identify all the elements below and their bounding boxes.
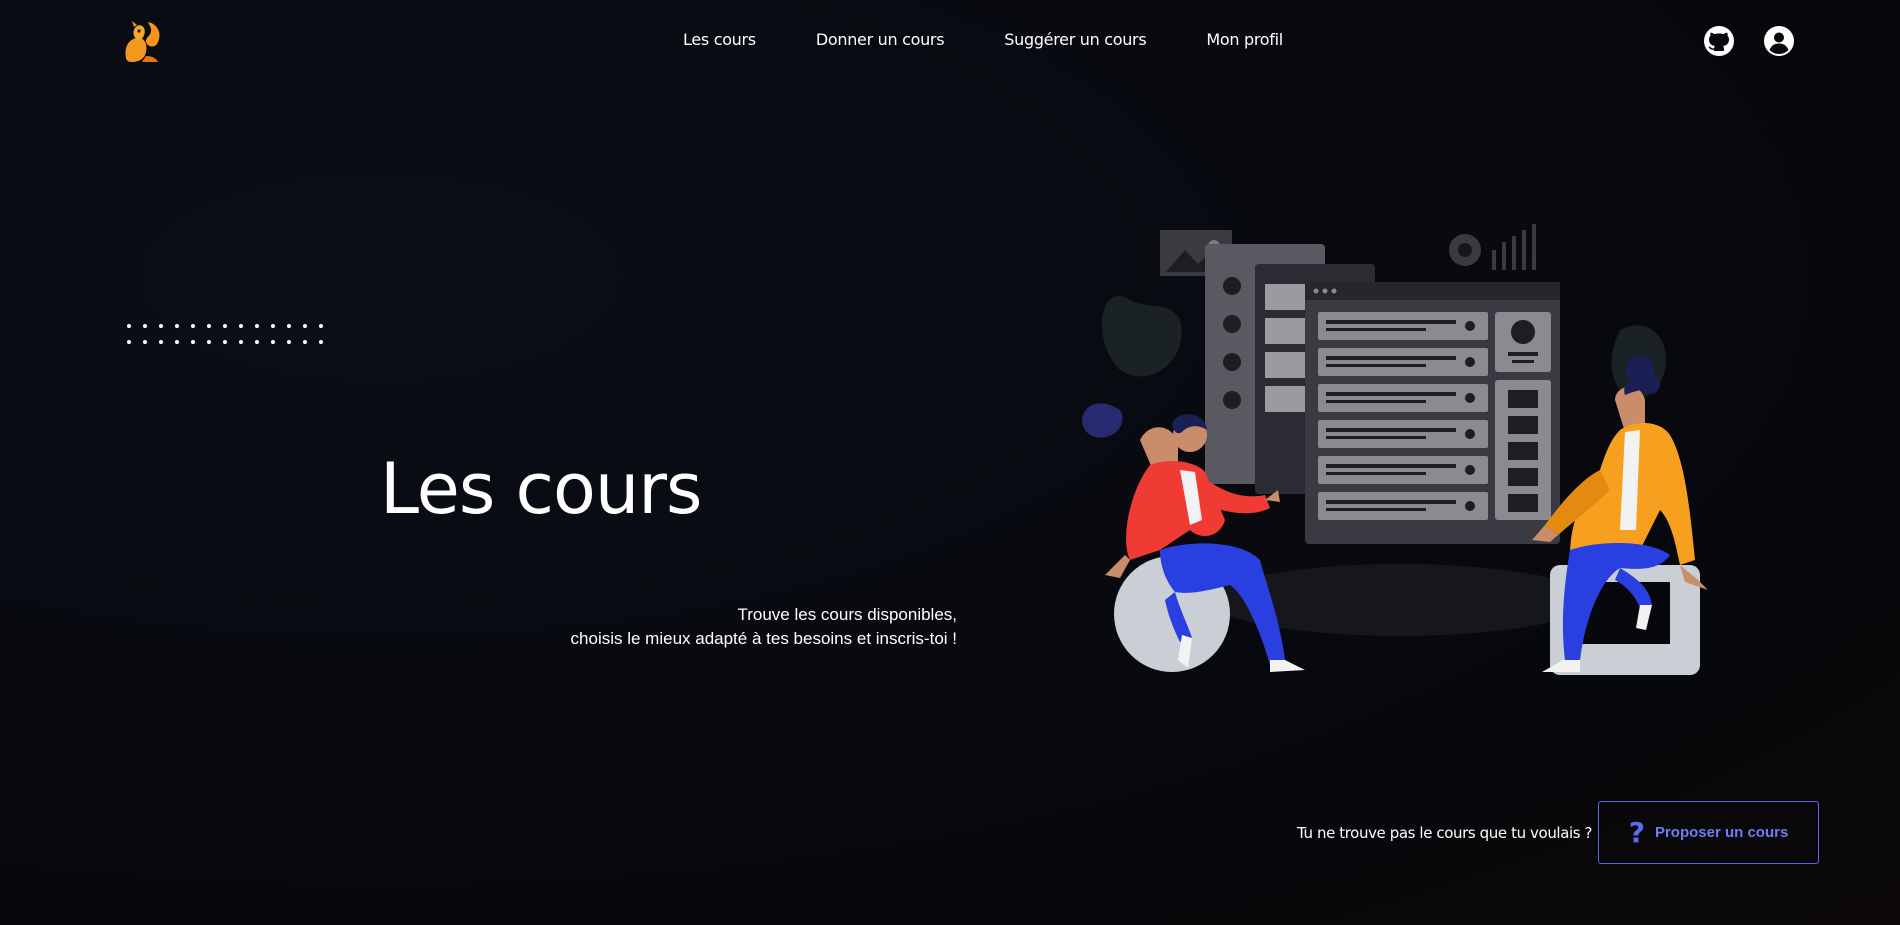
squirrel-logo-icon[interactable]: [118, 18, 164, 64]
decorative-dot: [239, 324, 243, 328]
nav-link-mon-profil[interactable]: Mon profil: [1206, 30, 1283, 49]
decorative-dot: [287, 340, 291, 344]
page-title: Les cours: [380, 448, 702, 530]
decorative-dot: [143, 340, 147, 344]
nav-link-les-cours[interactable]: Les cours: [683, 30, 756, 49]
question-mark-icon: ?: [1628, 816, 1645, 849]
decorative-dots: [127, 324, 335, 344]
decorative-dot: [239, 340, 243, 344]
decorative-dot: [223, 340, 227, 344]
main-nav: Les cours Donner un cours Suggérer un co…: [683, 30, 1283, 49]
decorative-dot: [127, 324, 131, 328]
decorative-dot: [287, 324, 291, 328]
page-subtitle: Trouve les cours disponibles, choisis le…: [571, 603, 957, 651]
decorative-dot: [223, 324, 227, 328]
decorative-dot: [303, 324, 307, 328]
subtitle-line-2: choisis le mieux adapté à tes besoins et…: [570, 629, 957, 648]
site-header: Les cours Donner un cours Suggérer un co…: [0, 0, 1900, 84]
hero-illustration: [1081, 224, 1708, 675]
propose-course-label: Proposer un cours: [1654, 824, 1789, 841]
account-icon[interactable]: [1763, 25, 1795, 57]
decorative-dot: [303, 340, 307, 344]
decorative-dot: [207, 340, 211, 344]
propose-course-button[interactable]: ? Proposer un cours: [1598, 801, 1819, 864]
decorative-dot: [191, 340, 195, 344]
decorative-dot: [159, 340, 163, 344]
cta-question: Tu ne trouve pas le cours que tu voulais…: [1297, 824, 1593, 842]
decorative-dot: [319, 324, 323, 328]
decorative-dot: [319, 340, 323, 344]
decorative-dot: [127, 340, 131, 344]
decorative-dot: [159, 324, 163, 328]
decorative-dot: [255, 340, 259, 344]
decorative-dot: [271, 340, 275, 344]
decorative-dot: [255, 324, 259, 328]
github-icon[interactable]: [1703, 25, 1735, 57]
decorative-dot: [175, 340, 179, 344]
decorative-dot: [191, 324, 195, 328]
decorative-dot: [207, 324, 211, 328]
decorative-dot: [143, 324, 147, 328]
nav-link-suggerer-un-cours[interactable]: Suggérer un cours: [1004, 30, 1146, 49]
nav-link-donner-un-cours[interactable]: Donner un cours: [816, 30, 945, 49]
decorative-dot: [175, 324, 179, 328]
subtitle-line-1: Trouve les cours disponibles,: [737, 605, 957, 624]
decorative-dot: [271, 324, 275, 328]
